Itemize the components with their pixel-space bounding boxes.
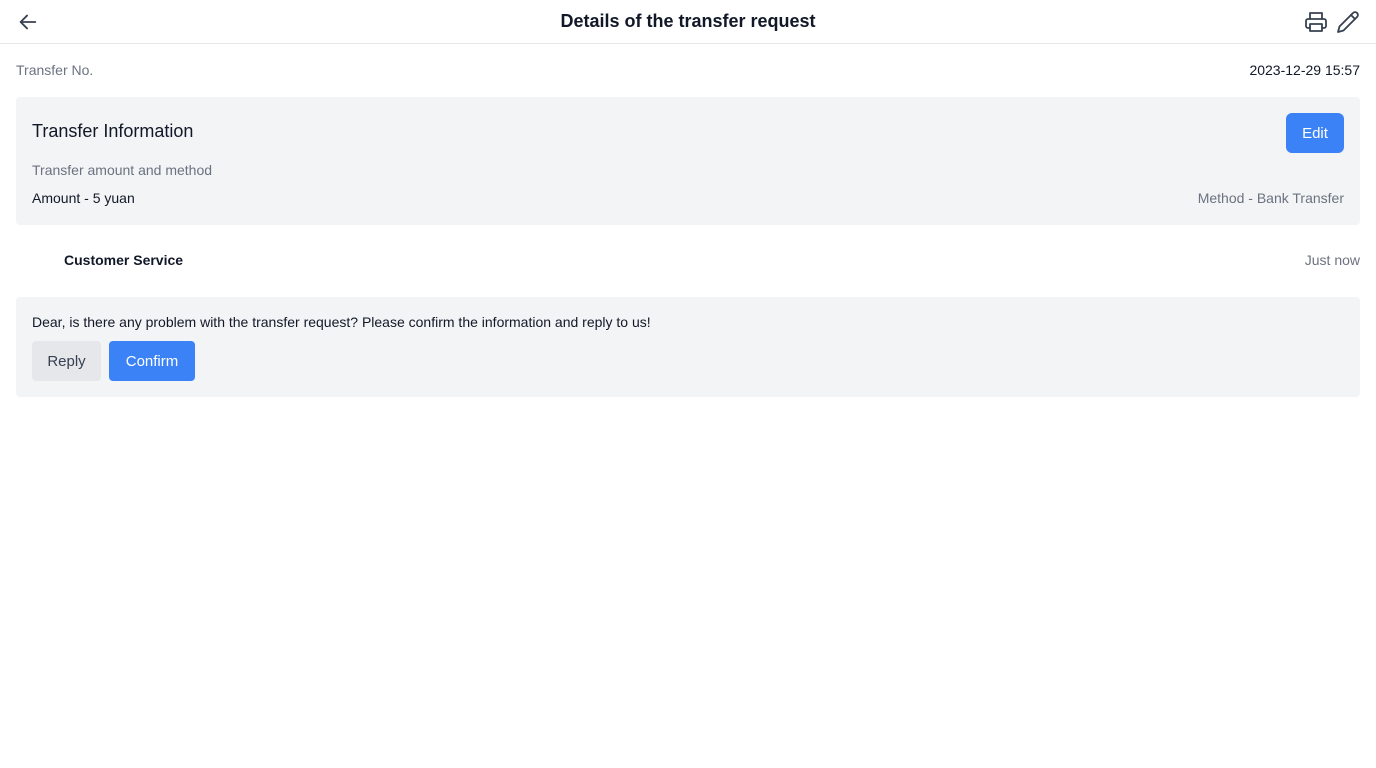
pencil-icon: [1337, 11, 1359, 33]
message-time: Just now: [1304, 252, 1360, 268]
message-text: Dear, is there any problem with the tran…: [32, 314, 651, 330]
confirm-button[interactable]: Confirm: [109, 341, 195, 381]
printer-icon: [1305, 12, 1327, 32]
transfer-method: Method - Bank Transfer: [1197, 190, 1344, 206]
transfer-info-title: Transfer Information: [32, 121, 194, 141]
message-sender: Customer Service: [64, 252, 184, 268]
edit-pencil-button[interactable]: [1334, 8, 1362, 36]
page-title: Details of the transfer request: [560, 11, 816, 31]
print-button[interactable]: [1302, 8, 1330, 36]
transfer-info-subtitle: Transfer amount and method: [32, 162, 213, 178]
reply-button[interactable]: Reply: [32, 341, 101, 381]
transfer-number-label: Transfer No.: [16, 62, 94, 78]
top-bar: Details of the transfer request: [0, 0, 1376, 44]
transfer-amount: Amount - 5 yuan: [32, 190, 135, 206]
transfer-datetime: 2023-12-29 15:57: [1249, 62, 1360, 78]
transfer-info-card: Transfer Information Edit Transfer amoun…: [16, 97, 1360, 225]
edit-button[interactable]: Edit: [1286, 113, 1344, 153]
message-card: Dear, is there any problem with the tran…: [16, 297, 1360, 397]
